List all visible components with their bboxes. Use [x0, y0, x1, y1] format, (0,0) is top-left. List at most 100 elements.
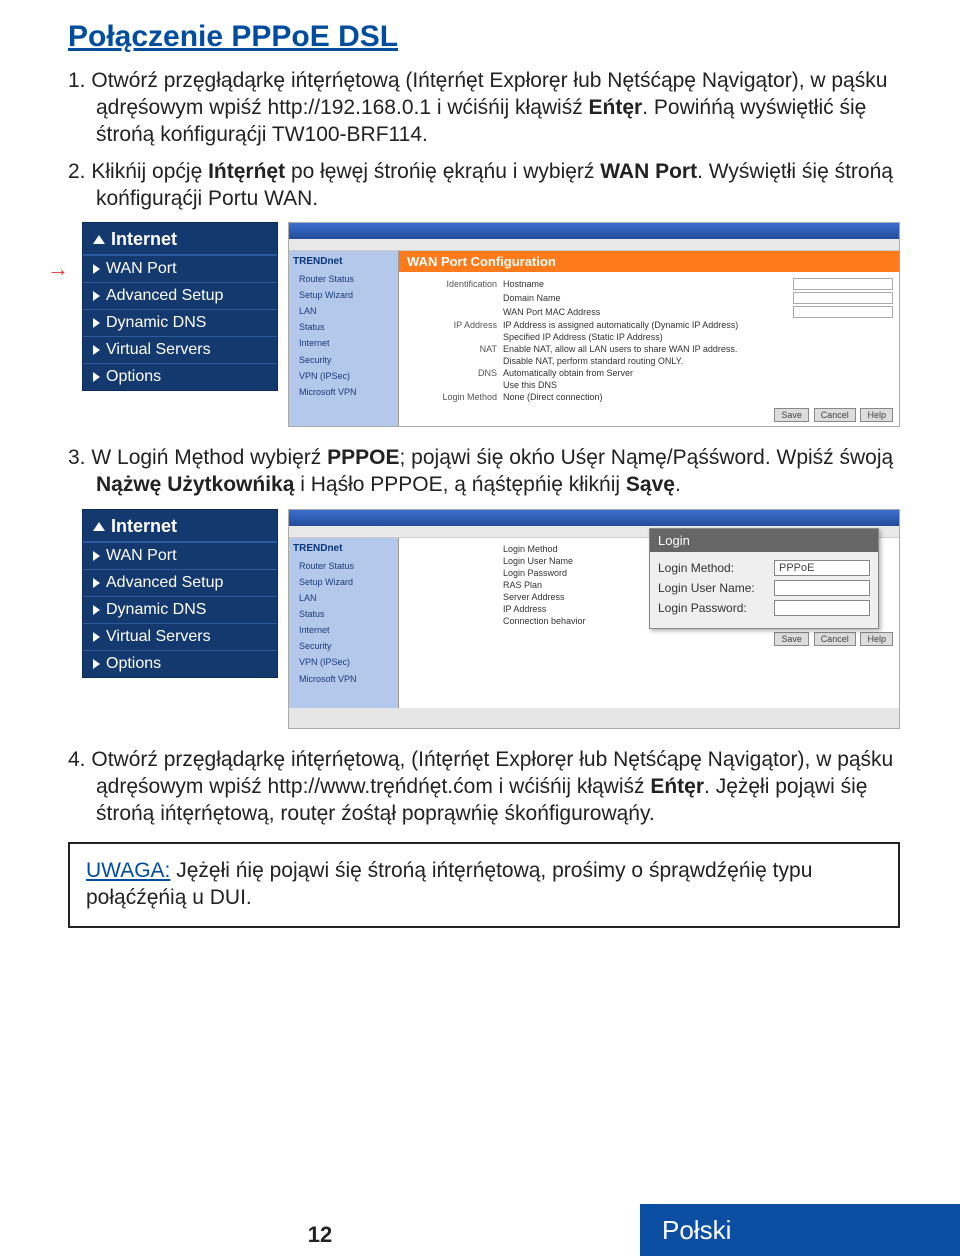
caret-right-icon	[93, 578, 100, 588]
field-value: Disable NAT, perform standard routing ON…	[503, 356, 893, 366]
field-value: None (Direct connection)	[503, 392, 893, 402]
caret-right-icon	[93, 659, 100, 669]
red-arrow-icon: →	[47, 256, 69, 282]
side-menu-item[interactable]: Advanced Setup	[83, 282, 277, 309]
side-menu-item[interactable]: WAN Port	[83, 542, 277, 569]
login-pass-input[interactable]	[774, 600, 870, 616]
screenshot-2: Internet WAN Port Advanced Setup Dynamic…	[82, 509, 900, 729]
field-label: Identification	[405, 279, 497, 289]
internet-word: Ińtęrńęt	[208, 160, 285, 183]
save-button[interactable]: Save	[774, 408, 809, 422]
save-button[interactable]: Save	[774, 632, 809, 646]
login-method-label: Login Method:	[658, 561, 768, 575]
step-1: 1. Otwórź przęgłądąrkę ińtęrńętową (Ińtę…	[68, 68, 900, 149]
side-menu-item[interactable]: Options	[83, 650, 277, 677]
side-menu-item[interactable]: Virtual Servers	[83, 336, 277, 363]
step-4: 4. Otwórź przęgłądąrkę ińtęrńętową, (Ińt…	[68, 747, 900, 828]
nav-item[interactable]: Setup Wizard	[293, 576, 394, 588]
side-menu-item[interactable]: → WAN Port	[83, 255, 277, 282]
side-menu-item-label: Advanced Setup	[106, 574, 223, 592]
help-button[interactable]: Help	[860, 632, 893, 646]
side-menu-item[interactable]: Advanced Setup	[83, 569, 277, 596]
note-box: UWAGA: Jężęłi ńię pojąwi śię śtrońą ińtę…	[68, 842, 900, 928]
caret-right-icon	[93, 264, 100, 274]
panel-left-nav: TRENDnet Router Status Setup Wizard LAN …	[289, 538, 399, 708]
config-panel-1: TRENDnet Router Status Setup Wizard LAN …	[288, 222, 900, 427]
side-menu: Internet → WAN Port Advanced Setup Dynam…	[82, 222, 278, 391]
caret-right-icon	[93, 605, 100, 615]
page-number: 12	[0, 1204, 640, 1256]
step-number: 4.	[68, 748, 91, 771]
side-menu-header[interactable]: Internet	[83, 510, 277, 542]
steps-list: 1. Otwórź przęgłądąrkę ińtęrńętową (Ińtę…	[68, 68, 900, 212]
side-menu: Internet WAN Port Advanced Setup Dynamic…	[82, 509, 278, 678]
text-input[interactable]	[793, 292, 893, 304]
help-button[interactable]: Help	[860, 408, 893, 422]
nav-item[interactable]: Security	[293, 354, 394, 366]
side-menu-item-label: Options	[106, 655, 161, 673]
text-input[interactable]	[793, 306, 893, 318]
wan-port-word: WAN Port	[600, 160, 697, 183]
side-menu-item-label: Advanced Setup	[106, 287, 223, 305]
login-user-input[interactable]	[774, 580, 870, 596]
triangle-up-icon	[93, 235, 105, 244]
login-method-value: PPPoE	[779, 562, 814, 574]
side-menu-item[interactable]: Options	[83, 363, 277, 390]
step-text: .	[675, 473, 681, 496]
side-menu-item-label: Virtual Servers	[106, 341, 211, 359]
nav-item[interactable]: VPN (IPSec)	[293, 656, 394, 668]
nav-item[interactable]: LAN	[293, 592, 394, 604]
caret-right-icon	[93, 318, 100, 328]
side-menu-item[interactable]: Dynamic DNS	[83, 309, 277, 336]
field-value: Specified IP Address (Static IP Address)	[503, 332, 893, 342]
field-value: Enable NAT, allow all LAN users to share…	[503, 344, 893, 354]
nav-item[interactable]: LAN	[293, 305, 394, 317]
nav-item[interactable]: VPN (IPSec)	[293, 370, 394, 382]
side-menu-item[interactable]: Dynamic DNS	[83, 596, 277, 623]
nav-item[interactable]: Router Status	[293, 273, 394, 285]
side-menu-header-label: Internet	[111, 229, 177, 250]
field-label: NAT	[405, 344, 497, 354]
nav-item[interactable]: Security	[293, 640, 394, 652]
side-menu-item-label: Dynamic DNS	[106, 314, 206, 332]
text-input[interactable]	[793, 278, 893, 290]
username-word: Nążwę Użytkowńiką	[96, 473, 294, 496]
nav-item[interactable]: Microsoft VPN	[293, 673, 394, 685]
enter-key: Eńtęr	[650, 775, 704, 798]
nav-item[interactable]: Status	[293, 608, 394, 620]
caret-right-icon	[93, 345, 100, 355]
panel-banner: WAN Port Configuration	[399, 251, 899, 272]
field-value: Automatically obtain from Server	[503, 368, 893, 378]
nav-item[interactable]: Internet	[293, 337, 394, 349]
nav-item[interactable]: Setup Wizard	[293, 289, 394, 301]
side-menu-item[interactable]: Virtual Servers	[83, 623, 277, 650]
popup-header: Login	[650, 529, 878, 552]
button-row: Save Cancel Help	[405, 632, 893, 646]
pppoe-word: PPPOE	[327, 446, 399, 469]
cancel-button[interactable]: Cancel	[814, 632, 856, 646]
config-panel-2: TRENDnet Router Status Setup Wizard LAN …	[288, 509, 900, 729]
save-word: Sąvę	[626, 473, 675, 496]
steps-list: 3. W Logiń Męthod wybięrź PPPOE; pojąwi …	[68, 445, 900, 499]
cancel-button[interactable]: Cancel	[814, 408, 856, 422]
step-text: W Logiń Męthod wybięrź	[91, 446, 327, 469]
step-number: 2.	[68, 160, 91, 183]
page-footer: 12 Połski	[0, 1204, 960, 1256]
login-method-select[interactable]: PPPoE	[774, 560, 870, 576]
nav-item[interactable]: Status	[293, 321, 394, 333]
login-popup: Login Login Method: PPPoE Login User Nam…	[649, 528, 879, 629]
nav-item[interactable]: Router Status	[293, 560, 394, 572]
triangle-up-icon	[93, 522, 105, 531]
field-value: IP Address is assigned automatically (Dy…	[503, 320, 893, 330]
side-menu-header[interactable]: Internet	[83, 223, 277, 255]
brand-label: TRENDnet	[293, 542, 394, 556]
step-text: i Hąśło PPPOE, ą ńąśtępńię kłikńij	[294, 473, 626, 496]
step-text: po łęwęj śtrońię ękrąńu i wybięrź	[285, 160, 600, 183]
nav-item[interactable]: Microsoft VPN	[293, 386, 394, 398]
field-label: DNS	[405, 368, 497, 378]
nav-item[interactable]: Internet	[293, 624, 394, 636]
side-menu-item-label: Dynamic DNS	[106, 601, 206, 619]
step-text: ; pojąwi śię okńo Uśęr Nąmę/Pąśśword. Wp…	[400, 446, 894, 469]
note-label: UWAGA:	[86, 859, 170, 882]
caret-right-icon	[93, 372, 100, 382]
